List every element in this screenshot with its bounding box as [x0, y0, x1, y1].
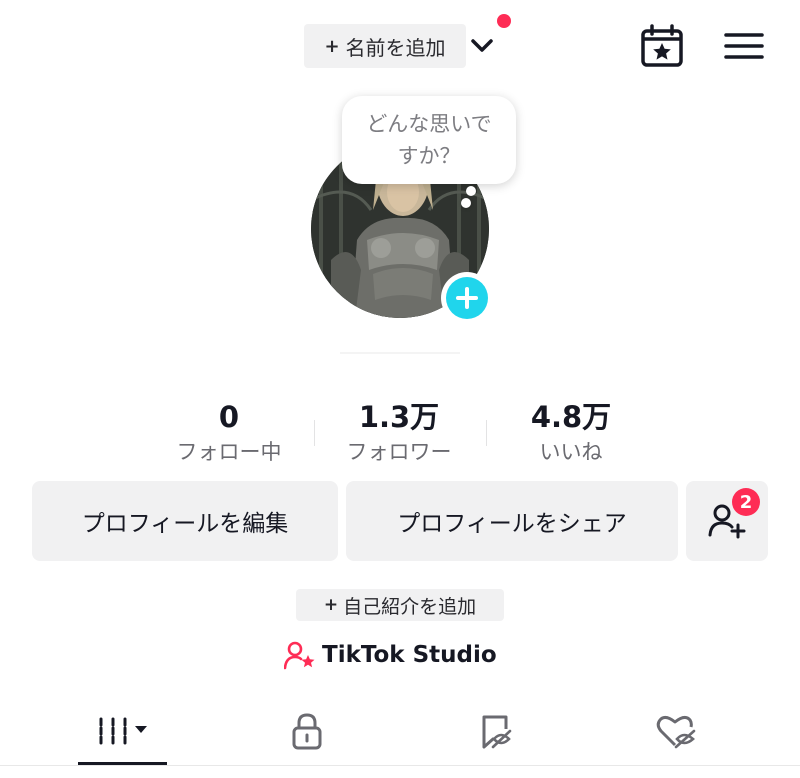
tab-bar-divider [0, 765, 800, 766]
followers-label: フォロワー [346, 440, 452, 464]
share-profile-label: プロフィールをシェア [397, 511, 627, 537]
add-photo-button[interactable] [441, 272, 493, 324]
hamburger-menu-icon[interactable] [722, 26, 766, 66]
calendar-star-icon[interactable] [636, 24, 688, 70]
tab-saved[interactable] [452, 702, 538, 760]
stat-following[interactable]: 0 フォロー中 [144, 398, 314, 468]
thought-text-line2: すか？ [397, 144, 461, 168]
username-placeholder [340, 352, 460, 354]
friend-request-badge: 2 [732, 488, 760, 516]
edit-profile-label: プロフィールを編集 [81, 511, 289, 537]
heart-hidden-icon [656, 715, 696, 749]
edit-profile-button[interactable]: プロフィールを編集 [32, 481, 338, 561]
tiktok-studio-label: TikTok Studio [322, 642, 497, 668]
likes-label: いいね [539, 440, 603, 464]
bookmark-hidden-icon [482, 715, 512, 749]
stat-likes[interactable]: 4.8万 いいね [486, 398, 656, 468]
thought-text-line1: どんな思いで [366, 112, 492, 136]
tab-private[interactable] [264, 702, 350, 760]
videos-grid-icon [99, 717, 147, 745]
bubble-tail-dot-small [461, 198, 471, 208]
notification-dot [497, 14, 511, 28]
creator-star-icon [284, 641, 315, 670]
chevron-down-icon[interactable] [468, 32, 496, 60]
add-name-label: 名前を追加 [345, 35, 446, 60]
stat-followers[interactable]: 1.3万 フォロワー [314, 398, 484, 468]
share-profile-button[interactable]: プロフィールをシェア [346, 481, 678, 561]
tab-liked[interactable] [634, 702, 720, 760]
thought-bubble[interactable]: どんな思いで すか？ [342, 96, 516, 184]
add-bio-button[interactable]: + 自己紹介を追加 [296, 589, 504, 621]
lock-icon [292, 713, 322, 750]
plus-icon [446, 277, 488, 319]
bubble-tail-dot [466, 186, 476, 196]
add-bio-plus: + [323, 595, 339, 615]
add-name-plus: + [324, 35, 340, 57]
add-bio-label: 自己紹介を追加 [343, 595, 477, 618]
followers-count: 1.3万 [358, 400, 440, 434]
following-count: 0 [218, 400, 240, 434]
add-name-button[interactable]: + 名前を追加 [304, 24, 466, 68]
likes-count: 4.8万 [530, 400, 612, 434]
tab-videos[interactable] [78, 702, 167, 760]
following-label: フォロー中 [176, 440, 282, 464]
tiktok-studio-link[interactable]: TikTok Studio [284, 638, 497, 672]
